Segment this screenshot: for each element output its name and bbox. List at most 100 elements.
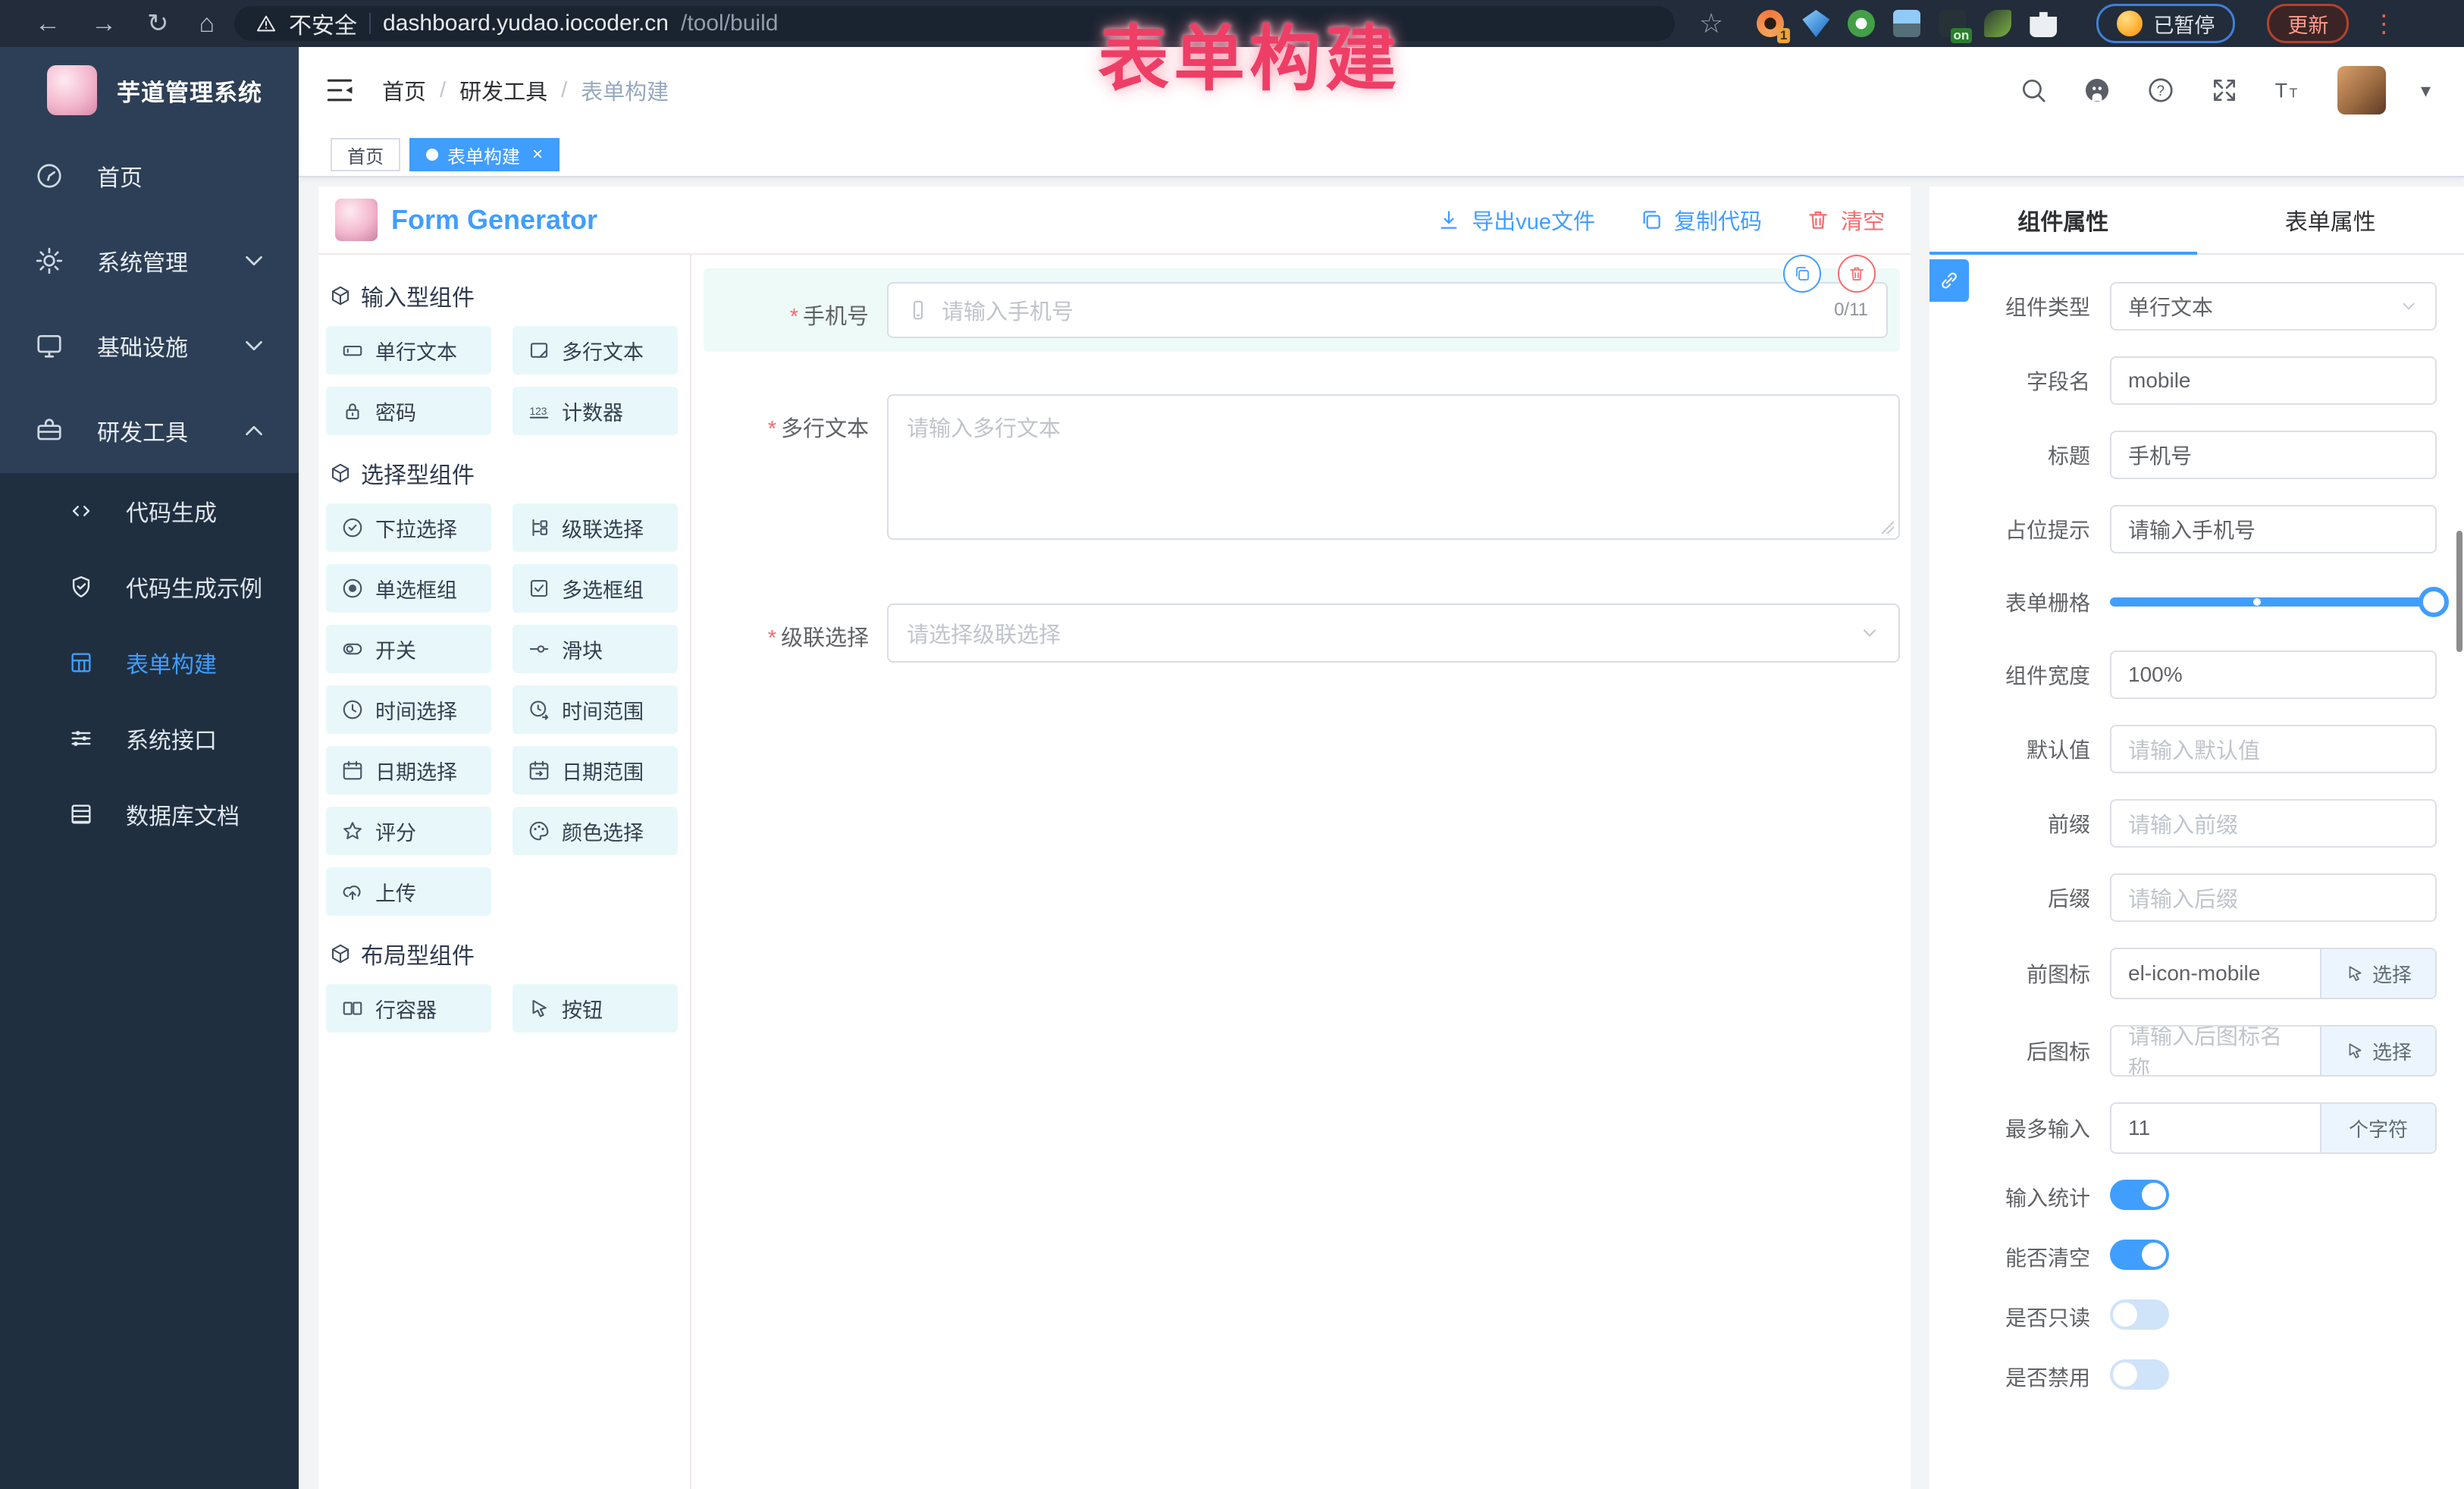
component-icon (528, 997, 550, 1020)
github-icon[interactable] (2083, 76, 2111, 105)
append-button[interactable]: 选择 (2320, 949, 2435, 998)
palette-component[interactable]: 密码 (326, 387, 491, 435)
tab-form-props[interactable]: 表单属性 (2197, 187, 2464, 253)
palette-component[interactable]: 按钮 (513, 984, 678, 1033)
toggle-switch[interactable] (2110, 1359, 2169, 1390)
palette-component[interactable]: 行容器 (326, 984, 491, 1033)
tab-component-props[interactable]: 组件属性 (1930, 187, 2197, 253)
avatar-caret-icon[interactable]: ▾ (2421, 79, 2431, 102)
extension-icon[interactable] (2030, 10, 2057, 37)
toggle-switch[interactable] (2110, 1299, 2169, 1330)
palette-component[interactable]: 多选框组 (513, 564, 678, 613)
toggle-switch[interactable] (2110, 1180, 2169, 1210)
scrollbar-thumb[interactable] (2456, 531, 2462, 652)
palette-component[interactable]: 日期选择 (326, 746, 491, 795)
slider-handle[interactable] (2419, 587, 2449, 617)
property-input[interactable]: 请输入后图标名称 (2111, 1027, 2320, 1075)
palette-component[interactable]: 单行文本 (326, 326, 491, 375)
extension-icon[interactable]: on (1939, 10, 1966, 37)
divider (369, 13, 371, 34)
property-input[interactable]: 11 (2111, 1104, 2320, 1152)
designer-action-button[interactable]: 复制代码 (1639, 204, 1762, 236)
delete-field-button[interactable] (1838, 255, 1876, 293)
palette-section-title: 输入型组件 (329, 279, 690, 312)
duplicate-field-button[interactable] (1783, 255, 1821, 293)
palette-component[interactable]: 级联选择 (513, 503, 678, 552)
palette-component[interactable]: 时间选择 (326, 685, 491, 734)
home-icon[interactable]: ⌂ (199, 11, 215, 36)
form-grid-slider[interactable] (2110, 597, 2437, 607)
property-input[interactable]: 手机号 (2110, 431, 2437, 479)
property-input[interactable]: 请输入默认值 (2110, 725, 2437, 773)
sidebar-submenu-item[interactable]: 系统接口 (0, 701, 299, 776)
font-size-icon[interactable] (2274, 76, 2303, 105)
palette-component[interactable]: 日期范围 (513, 746, 678, 795)
back-icon[interactable]: ← (35, 11, 61, 36)
sidebar-submenu-item[interactable]: 数据库文档 (0, 776, 299, 852)
canvas-field-textarea[interactable]: *多行文本 请输入多行文本 (704, 394, 1900, 540)
append-button[interactable]: 个字符 (2320, 1104, 2435, 1152)
palette-component[interactable]: 滑块 (513, 625, 678, 673)
palette-component[interactable]: 颜色选择 (513, 807, 678, 855)
sidebar-submenu-item[interactable]: 代码生成示例 (0, 549, 299, 625)
app-logo-row[interactable]: 芋道管理系统 (0, 47, 299, 133)
tag-home[interactable]: 首页 (331, 138, 400, 171)
fullscreen-icon[interactable] (2210, 76, 2239, 105)
sidebar-collapse-icon[interactable] (323, 74, 356, 107)
property-input[interactable]: 请输入前缀 (2110, 799, 2437, 848)
property-input[interactable]: 请输入手机号 (2110, 505, 2437, 553)
browser-menu-icon[interactable]: ⋮ (2372, 9, 2397, 38)
extension-icon[interactable]: 1 (1757, 10, 1784, 37)
cascader-select[interactable]: 请选择级联选择 (887, 603, 1900, 663)
property-label: 标题 (1930, 440, 2110, 470)
textarea-input[interactable]: 请输入多行文本 (887, 394, 1900, 540)
property-input[interactable]: 请输入后缀 (2110, 873, 2437, 922)
palette-component[interactable]: 开关 (326, 625, 491, 673)
extension-icon[interactable] (1893, 10, 1920, 37)
bookmark-star-icon[interactable]: ☆ (1699, 8, 1723, 39)
sidebar-submenu-item[interactable]: 代码生成 (0, 473, 299, 549)
mobile-input[interactable]: 请输入手机号 0/11 (887, 282, 1888, 338)
search-icon[interactable] (2019, 76, 2048, 105)
extension-icon[interactable] (1848, 10, 1875, 37)
property-input[interactable]: mobile (2110, 356, 2437, 405)
forward-icon[interactable]: → (91, 11, 117, 36)
address-bar[interactable]: 不安全 dashboard.yudao.iocoder.cn/tool/buil… (234, 6, 1675, 41)
sidebar-menu-item[interactable]: 系统管理 (0, 218, 299, 303)
canvas-field-mobile[interactable]: *手机号 请输入手机号 0/11 (704, 268, 1900, 352)
help-icon[interactable] (2146, 76, 2175, 105)
extension-icon[interactable] (1984, 10, 2011, 37)
extension-icon[interactable] (1802, 10, 1829, 37)
app-logo-image (47, 65, 97, 115)
palette-component[interactable]: 上传 (326, 867, 491, 916)
palette-component[interactable]: 多行文本 (513, 326, 678, 375)
update-button[interactable]: 更新 (2267, 4, 2349, 43)
tag-form-build[interactable]: 表单构建 × (409, 138, 560, 171)
property-select[interactable]: 单行文本 (2110, 282, 2437, 331)
user-avatar[interactable] (2337, 66, 2386, 114)
palette-component[interactable]: 计数器 (513, 387, 678, 435)
designer-action-button[interactable]: 导出vue文件 (1437, 204, 1595, 236)
designer-action-button[interactable]: 清空 (1806, 204, 1885, 236)
profile-paused-chip[interactable]: 已暂停 (2096, 4, 2235, 43)
sidebar-menu-item[interactable]: 研发工具 (0, 388, 299, 473)
breadcrumb-home[interactable]: 首页 (382, 74, 426, 106)
pointer-icon (2345, 964, 2365, 983)
resize-handle[interactable] (1882, 522, 1894, 534)
property-input[interactable]: 100% (2110, 650, 2437, 699)
sidebar-menu-item[interactable]: 首页 (0, 133, 299, 218)
append-button[interactable]: 选择 (2320, 1027, 2435, 1075)
palette-component[interactable]: 时间范围 (513, 685, 678, 734)
reload-icon[interactable]: ↻ (147, 11, 169, 36)
sidebar-menu-item[interactable]: 基础设施 (0, 303, 299, 388)
property-input[interactable]: el-icon-mobile (2111, 949, 2320, 998)
sidebar-submenu-item[interactable]: 表单构建 (0, 625, 299, 701)
palette-component[interactable]: 评分 (326, 807, 491, 855)
toggle-switch[interactable] (2110, 1240, 2169, 1270)
close-tag-icon[interactable]: × (532, 144, 543, 165)
json-drawer-button[interactable] (1930, 259, 1969, 302)
palette-component[interactable]: 下拉选择 (326, 503, 491, 552)
palette-component[interactable]: 单选框组 (326, 564, 491, 613)
submenu-icon (68, 726, 94, 751)
canvas-field-cascader[interactable]: *级联选择 请选择级联选择 (704, 603, 1900, 663)
